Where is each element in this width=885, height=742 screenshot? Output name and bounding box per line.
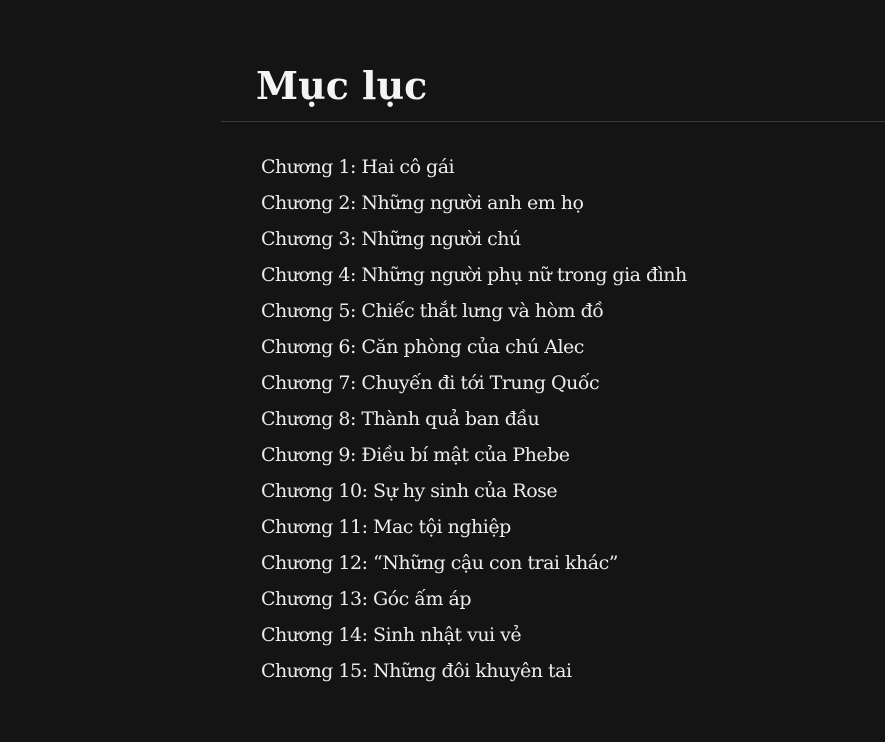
- chapter-link-4[interactable]: Chương 4: Những người phụ nữ trong gia đ…: [261, 258, 687, 294]
- chapter-link-13[interactable]: Chương 13: Góc ấm áp: [261, 582, 687, 618]
- chapter-link-3[interactable]: Chương 3: Những người chú: [261, 222, 687, 258]
- chapter-link-1[interactable]: Chương 1: Hai cô gái: [261, 150, 687, 186]
- chapter-link-8[interactable]: Chương 8: Thành quả ban đầu: [261, 402, 687, 438]
- toc-heading: Mục lục: [256, 63, 428, 108]
- chapter-link-12[interactable]: Chương 12: “Những cậu con trai khác”: [261, 546, 687, 582]
- chapter-link-11[interactable]: Chương 11: Mac tội nghiệp: [261, 510, 687, 546]
- chapter-link-10[interactable]: Chương 10: Sự hy sinh của Rose: [261, 474, 687, 510]
- chapter-link-7[interactable]: Chương 7: Chuyến đi tới Trung Quốc: [261, 366, 687, 402]
- chapter-link-2[interactable]: Chương 2: Những người anh em họ: [261, 186, 687, 222]
- heading-divider: [221, 121, 885, 122]
- chapter-link-14[interactable]: Chương 14: Sinh nhật vui vẻ: [261, 618, 687, 654]
- chapter-list: Chương 1: Hai cô gái Chương 2: Những ngư…: [261, 150, 687, 690]
- chapter-link-15[interactable]: Chương 15: Những đôi khuyên tai: [261, 654, 687, 690]
- chapter-link-5[interactable]: Chương 5: Chiếc thắt lưng và hòm đồ: [261, 294, 687, 330]
- chapter-link-9[interactable]: Chương 9: Điều bí mật của Phebe: [261, 438, 687, 474]
- chapter-link-6[interactable]: Chương 6: Căn phòng của chú Alec: [261, 330, 687, 366]
